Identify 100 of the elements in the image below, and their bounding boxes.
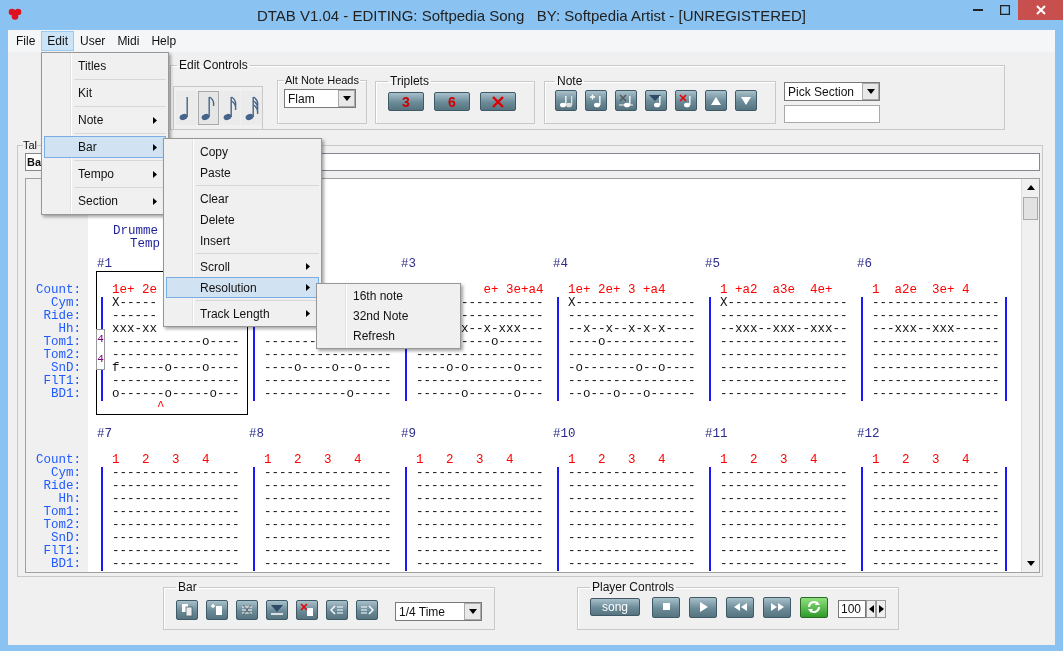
tab-line: -----------------: [264, 348, 392, 362]
note-tool-button[interactable]: [615, 90, 637, 111]
note-tool-button[interactable]: [675, 90, 697, 111]
tab-line: -----------------: [720, 479, 848, 493]
tab-bar[interactable]: 1 a2e 3e+ 4 ----------------- ----------------- ---xxx--xxx------ ----------------- ----------------- ----------------- ----------------- -----------------: [856, 271, 1008, 402]
dropdown-button[interactable]: [464, 603, 481, 620]
tab-line: --x--x--x-x-x----: [568, 322, 696, 336]
tab-bar[interactable]: 1e+ 2e+ 3 +a4 X---------------- ----------------- --x--x--x-x-x---- ----o------------ ----------------- -o-------o--o---- ----------------- --o---o---o------: [552, 271, 704, 402]
tab-line: -----------------: [112, 374, 240, 388]
tab-bar[interactable]: 1 2 3 4 ----------------- ----------------- ----------------- ----------------- ----------------- ----------------- ----------------- -----------------: [96, 441, 248, 572]
instrument-label: Ride:: [43, 309, 81, 323]
bar-tool-button[interactable]: [296, 599, 318, 620]
tab-line: -----------: [461, 296, 544, 310]
note-length-button[interactable]: [241, 91, 262, 125]
bar-tool-button[interactable]: [326, 599, 348, 620]
section-name-field[interactable]: [784, 105, 880, 123]
instrument-label: Ride:: [43, 479, 81, 493]
note-tool-button[interactable]: [705, 90, 727, 111]
menu-item[interactable]: Kit: [44, 82, 166, 104]
scrollbar[interactable]: [1021, 179, 1039, 572]
bar-tool-button[interactable]: [236, 599, 258, 620]
note-length-button[interactable]: [176, 91, 197, 125]
delete-note-icon: [678, 92, 694, 109]
tab-line: -----------------: [416, 557, 544, 571]
scroll-thumb[interactable]: [1023, 197, 1038, 220]
note-length-button[interactable]: [197, 91, 219, 125]
tab-line: -----------------: [568, 374, 696, 388]
left-arrow-icon: [868, 605, 874, 613]
player-button[interactable]: [652, 596, 680, 618]
note-tool-button[interactable]: [735, 90, 757, 111]
tab-line: -----------------: [264, 374, 392, 388]
menu-item[interactable]: 16th note: [319, 286, 458, 306]
tab-bar[interactable]: 1 2 3 4 ----------------- ----------------- ----------------- ----------------- ----------------- ----------------- ----------------- -----------------: [248, 441, 400, 572]
tab-line: -----------------: [112, 518, 240, 532]
menu-bar-item[interactable]: User: [74, 31, 112, 51]
dropdown-button[interactable]: [338, 90, 355, 107]
tab-bar[interactable]: 1 2 3 4 ----------------- ----------------- ----------------- ----------------- ----------------- ----------------- ----------------- -----------------: [856, 441, 1008, 572]
tab-bar[interactable]: 1 +a2 a3e 4e+ X---------------- ----------------- --xxx--xxx--xxx-- ----------------- ----------------- ----------------- ----------------- -----------------: [704, 271, 856, 402]
menu-bar-item[interactable]: Midi: [111, 31, 146, 51]
player-button[interactable]: [800, 596, 828, 618]
tab-line: -o-------o--o----: [568, 361, 696, 375]
dropdown-button[interactable]: [862, 83, 879, 100]
player-button[interactable]: [763, 596, 791, 618]
close-button[interactable]: [1018, 0, 1063, 20]
tab-line: -----------------: [872, 309, 1000, 323]
tab-line: -----------------: [720, 361, 848, 375]
bar-tool-button[interactable]: [356, 599, 378, 620]
group-title: Edit Controls: [178, 58, 249, 72]
menu-item[interactable]: Delete: [166, 209, 319, 230]
tab-line: -----------------: [264, 518, 392, 532]
menu-item[interactable]: Insert: [166, 230, 319, 251]
tab-bar[interactable]: 1 2 3 4 ----------------- ----------------- ----------------- ----------------- ----------------- ----------------- ----------------- -----------------: [704, 441, 856, 572]
pick-section-dropdown[interactable]: Pick Section: [784, 82, 880, 101]
menu-item[interactable]: Titles: [44, 55, 166, 77]
tab-line: -----------------: [112, 492, 240, 506]
menu-item[interactable]: Resolution: [166, 277, 319, 298]
tab-line: f------o----o----: [112, 361, 240, 375]
bar-tool-button[interactable]: [176, 599, 198, 620]
bar-number: #12: [857, 427, 880, 441]
alt-note-heads-dropdown[interactable]: Flam: [284, 89, 356, 108]
bar-number: #9: [401, 427, 416, 441]
tab-line: -----------------: [720, 557, 848, 571]
instrument-label: Cym:: [51, 466, 81, 480]
spin-up-button[interactable]: [876, 600, 886, 618]
bar-tool-button[interactable]: [266, 599, 288, 620]
menu-item[interactable]: Refresh: [319, 326, 458, 346]
menu-item[interactable]: Note: [44, 109, 166, 131]
note-tool-button[interactable]: [585, 90, 607, 111]
menu-bar-item[interactable]: File: [10, 31, 42, 51]
instrument-label: FlT1:: [43, 544, 81, 558]
menu-item[interactable]: Clear: [166, 188, 319, 209]
spin-down-button[interactable]: [866, 600, 876, 618]
menu-item[interactable]: 32nd Note: [319, 306, 458, 326]
menu-item[interactable]: Bar: [44, 136, 166, 158]
note-tool-button[interactable]: [645, 90, 667, 111]
tab-line: X-----: [112, 296, 157, 310]
clear-triplet-button[interactable]: [480, 92, 516, 111]
instrument-label: SnD:: [51, 361, 81, 375]
player-button[interactable]: [689, 596, 717, 618]
tab-bar[interactable]: 1 2 3 4 ----------------- ----------------- ----------------- ----------------- ----------------- ----------------- ----------------- -----------------: [552, 441, 704, 572]
song-button[interactable]: song: [590, 598, 640, 616]
tab-line: -----------------: [264, 544, 392, 558]
note-length-button[interactable]: [219, 91, 241, 125]
delete-page-icon: [299, 601, 315, 618]
bar-tool-button[interactable]: [206, 599, 228, 620]
tab-line: -----------------: [872, 518, 1000, 532]
tempo-field[interactable]: 100: [838, 600, 866, 618]
tab-line: -----------o-----: [264, 387, 392, 401]
menu-item[interactable]: Section: [44, 190, 166, 212]
menu-bar-item[interactable]: Help: [145, 31, 183, 51]
instrument-label: BD1:: [51, 557, 81, 571]
tab-bar[interactable]: 1 2 3 4 ----------------- ----------------- ----------------- ----------------- ----------------- ----------------- ----------------- -----------------: [400, 441, 552, 572]
menu-bar-item[interactable]: Edit: [41, 31, 75, 51]
note-tool-button[interactable]: [555, 90, 577, 111]
time-dropdown[interactable]: 1/4 Time: [395, 602, 482, 621]
tab-line: -----------------: [416, 466, 544, 480]
tab-line: ----o------------: [568, 335, 696, 349]
player-button[interactable]: [726, 596, 754, 618]
beat-count: e+ 3e+a4: [483, 283, 544, 297]
beat-count: 1 a2e 3e+ 4: [872, 283, 970, 297]
